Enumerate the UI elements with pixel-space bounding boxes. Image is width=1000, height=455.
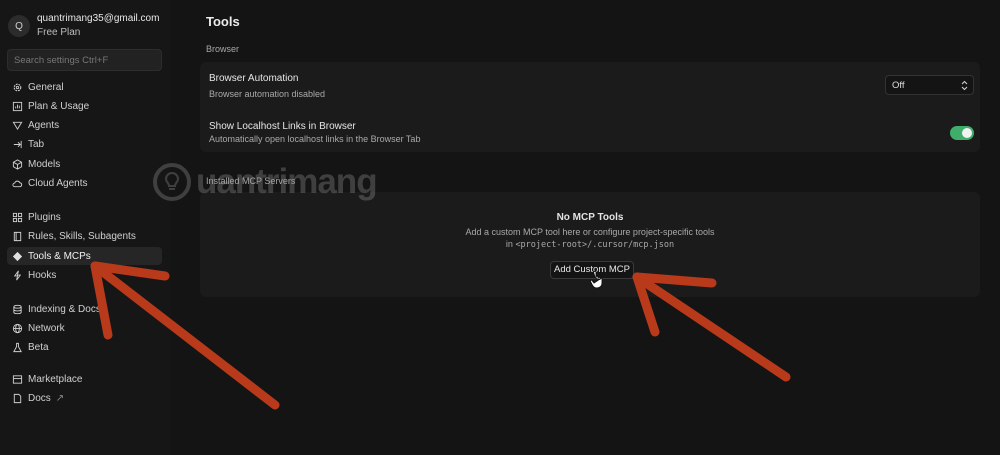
external-link-icon: ↗: [55, 392, 65, 404]
sidebar-item-plan-usage[interactable]: Plan & Usage: [7, 97, 162, 115]
sidebar-item-plugins[interactable]: Plugins: [7, 208, 162, 226]
sidebar-item-agents[interactable]: Agents: [7, 116, 162, 134]
account-email: quantrimang35@gmail.com: [37, 13, 160, 24]
localhost-links-title: Show Localhost Links in Browser: [209, 121, 356, 132]
sidebar: Q quantrimang35@gmail.com Free Plan Sear…: [0, 0, 170, 455]
sidebar-item-cloud-agents[interactable]: Cloud Agents: [7, 174, 162, 192]
section-label-browser: Browser: [206, 44, 240, 54]
account-plan: Free Plan: [37, 27, 81, 38]
sidebar-item-rules[interactable]: Rules, Skills, Subagents: [7, 227, 162, 245]
hand-pointer-icon: [589, 270, 603, 289]
chart-icon: [11, 100, 23, 112]
globe-icon: [11, 322, 23, 334]
chevron-up-down-icon: [961, 80, 968, 91]
sidebar-item-label: Marketplace: [28, 373, 83, 385]
sidebar-item-network[interactable]: Network: [7, 319, 162, 337]
sidebar-item-label: Cloud Agents: [28, 177, 88, 189]
sidebar-item-label: Agents: [28, 119, 60, 131]
wrench-icon: [11, 250, 23, 262]
page-title: Tools: [206, 14, 240, 29]
sidebar-item-label: Hooks: [28, 269, 57, 281]
sidebar-item-label: Tab: [28, 138, 45, 150]
sidebar-item-label: Rules, Skills, Subagents: [28, 230, 136, 242]
sidebar-item-label: Plan & Usage: [28, 100, 90, 112]
browser-automation-subtitle: Browser automation disabled: [209, 89, 326, 99]
sidebar-item-tab[interactable]: Tab: [7, 135, 162, 153]
doc-icon: [11, 392, 23, 404]
sidebar-item-docs[interactable]: Docs ↗: [7, 389, 162, 407]
sidebar-item-indexing-docs[interactable]: Indexing & Docs: [7, 300, 162, 318]
lightbulb-icon: [153, 163, 191, 201]
infinity-icon: [11, 119, 23, 131]
gear-icon: [11, 81, 23, 93]
database-icon: [11, 303, 23, 315]
select-value: Off: [892, 80, 905, 91]
localhost-links-subtitle: Automatically open localhost links in th…: [209, 134, 421, 144]
sidebar-item-label: General: [28, 81, 64, 93]
browser-settings-card: Browser Automation Browser automation di…: [200, 62, 980, 152]
mcp-config-path: <project-root>/.cursor/mcp.json: [515, 240, 675, 250]
sidebar-item-label: Docs: [28, 392, 51, 404]
cube-icon: [11, 158, 23, 170]
grid-icon: [11, 211, 23, 223]
sidebar-item-tools-mcps[interactable]: Tools & MCPs: [7, 247, 162, 265]
localhost-links-toggle[interactable]: [950, 126, 974, 140]
sidebar-item-label: Network: [28, 322, 65, 334]
empty-state-path: in <project-root>/.cursor/mcp.json: [505, 239, 675, 250]
search-input[interactable]: Search settings Ctrl+F: [7, 49, 162, 71]
avatar[interactable]: Q: [8, 15, 30, 37]
main-panel: Tools Browser Browser Automation Browser…: [170, 0, 1000, 455]
sidebar-item-label: Models: [28, 158, 61, 170]
empty-state-description: Add a custom MCP tool here or configure …: [465, 227, 715, 237]
store-icon: [11, 373, 23, 385]
browser-automation-select[interactable]: Off: [885, 75, 974, 95]
watermark-text: uantrimang: [196, 162, 378, 201]
sidebar-item-general[interactable]: General: [7, 78, 162, 96]
sidebar-item-models[interactable]: Models: [7, 155, 162, 173]
watermark-logo: uantrimang: [152, 162, 378, 202]
sidebar-item-hooks[interactable]: Hooks: [7, 266, 162, 284]
sidebar-item-label: Beta: [28, 341, 49, 353]
cloud-icon: [11, 177, 23, 189]
book-icon: [11, 230, 23, 242]
flask-icon: [11, 341, 23, 353]
browser-automation-title: Browser Automation: [209, 73, 299, 84]
toggle-knob: [962, 128, 972, 138]
sidebar-item-label: Tools & MCPs: [28, 250, 91, 262]
sidebar-item-label: Indexing & Docs: [28, 303, 101, 315]
tab-icon: [11, 138, 23, 150]
sidebar-item-beta[interactable]: Beta: [7, 338, 162, 356]
sidebar-item-label: Plugins: [28, 211, 61, 223]
sidebar-item-marketplace[interactable]: Marketplace: [7, 370, 162, 388]
empty-state-title: No MCP Tools: [556, 212, 624, 223]
account-header[interactable]: Q quantrimang35@gmail.com Free Plan: [8, 12, 159, 40]
bolt-icon: [11, 269, 23, 281]
